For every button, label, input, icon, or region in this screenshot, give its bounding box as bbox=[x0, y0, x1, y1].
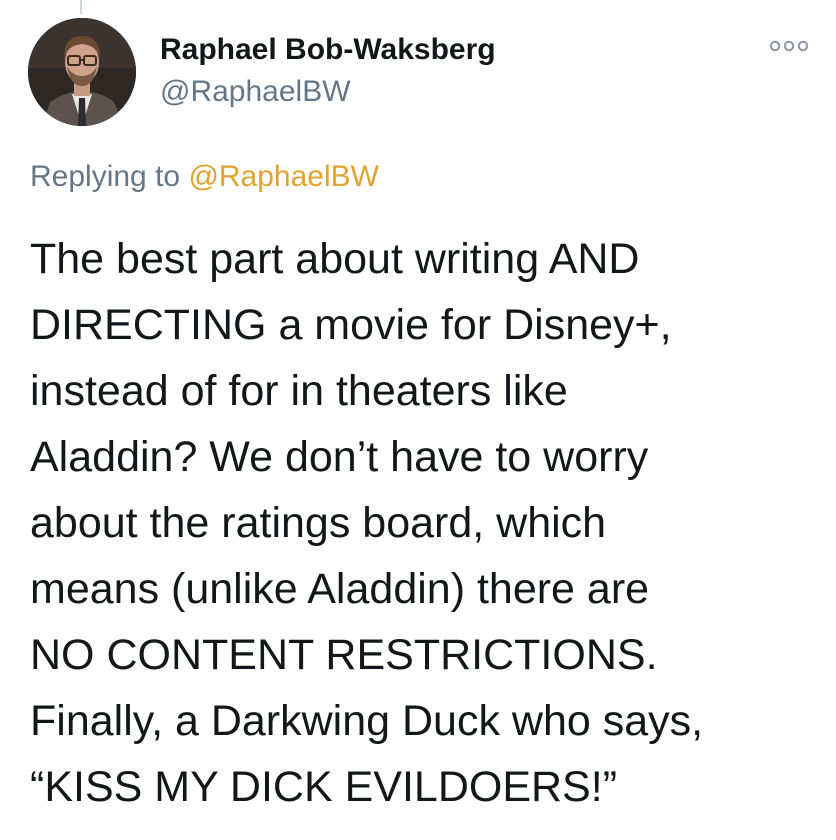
more-options-icon[interactable] bbox=[769, 36, 809, 56]
tweet-text-line: instead of for in theaters like bbox=[30, 367, 568, 415]
replying-to-line: Replying to @RaphaelBW bbox=[30, 160, 379, 194]
tweet-body: The best part about writing AND DIRECTIN… bbox=[30, 226, 820, 820]
tweet-text-line: DIRECTING a movie for Disney+, bbox=[30, 301, 672, 349]
tweet-text-line: Finally, a Darkwing Duck who says, bbox=[30, 697, 704, 745]
avatar[interactable] bbox=[28, 18, 136, 126]
replying-to-label: Replying to bbox=[30, 160, 181, 193]
author-name[interactable]: Raphael Bob-Waksberg bbox=[160, 33, 496, 67]
tweet-text-line: about the ratings board, which bbox=[30, 499, 607, 547]
reply-mention-link[interactable]: @RaphaelBW bbox=[188, 160, 379, 193]
tweet-text-line: means (unlike Aladdin) there are bbox=[30, 565, 650, 613]
tweet-text-line: Aladdin? We don’t have to worry bbox=[30, 433, 649, 481]
tweet-text-line: “KISS MY DICK EVILDOERS!” bbox=[30, 763, 618, 811]
profile-photo-icon bbox=[28, 18, 136, 126]
thread-connector-line bbox=[80, 0, 82, 14]
tweet-text-line: NO CONTENT RESTRICTIONS. bbox=[30, 631, 658, 679]
author-handle[interactable]: @RaphaelBW bbox=[160, 75, 351, 109]
tweet-text-line: The best part about writing AND bbox=[30, 235, 640, 283]
